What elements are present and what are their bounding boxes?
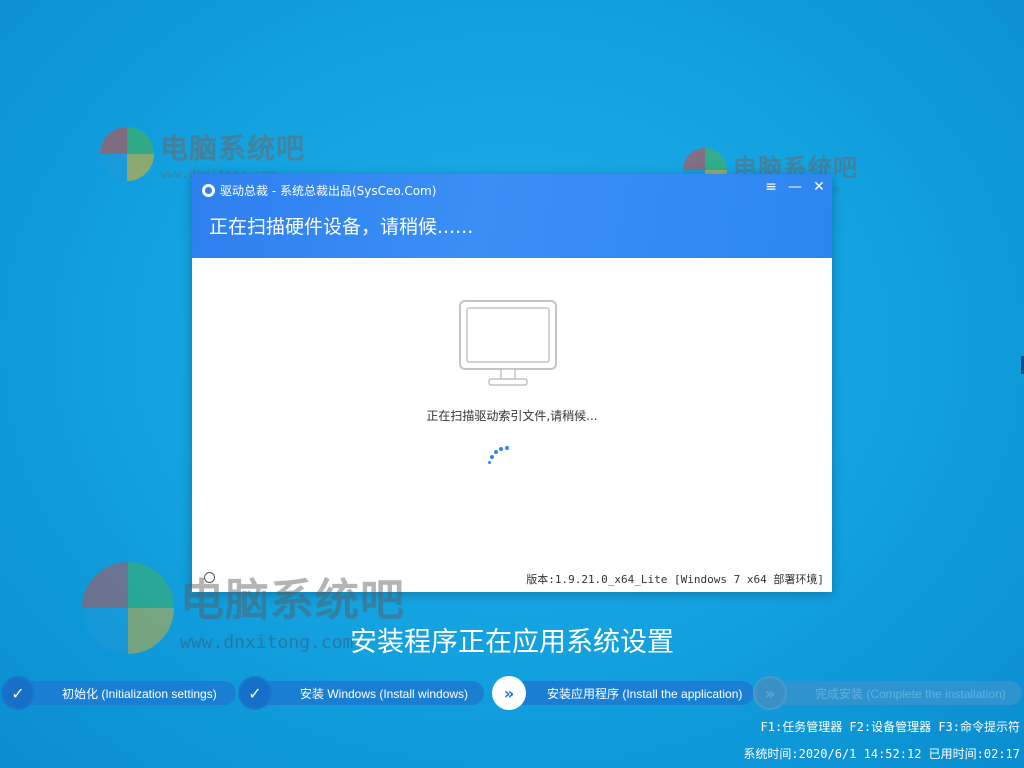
loading-spinner-icon	[488, 446, 518, 476]
spinner-dot	[494, 450, 498, 454]
header-message: 正在扫描硬件设备，请稍候......	[209, 216, 474, 238]
check-icon: ✓	[1, 676, 35, 710]
watermark-title: 电脑系统吧	[180, 575, 405, 626]
minimize-button[interactable]: —	[788, 179, 802, 195]
double-chevron-icon: »	[753, 676, 787, 710]
step-label: 完成安装 (Complete the installation)	[815, 687, 1006, 701]
double-chevron-icon: »	[492, 676, 526, 710]
spinner-dot	[488, 461, 491, 464]
monitor-icon	[459, 300, 557, 386]
spinner-dot	[505, 446, 509, 450]
hotkey-hints: F1:任务管理器 F2:设备管理器 F3:命令提示符	[760, 720, 1020, 734]
install-steps: ✓ 初始化 (Initialization settings) ✓ 安装 Win…	[0, 676, 1024, 710]
spinner-dot	[490, 455, 494, 459]
window-header: 驱动总裁 - 系统总裁出品(SysCeo.Com) ≡ — ✕ 正在扫描硬件设备…	[192, 174, 832, 258]
version-text: 版本:1.9.21.0_x64_Lite [Windows 7 x64 部署环境…	[526, 573, 824, 586]
close-button[interactable]: ✕	[812, 179, 826, 195]
install-status-message: 安装程序正在应用系统设置	[350, 627, 674, 658]
window-title: 驱动总裁 - 系统总裁出品(SysCeo.Com)	[220, 183, 437, 198]
watermark-logo-icon	[100, 127, 154, 181]
driver-window: 驱动总裁 - 系统总裁出品(SysCeo.Com) ≡ — ✕ 正在扫描硬件设备…	[192, 174, 832, 592]
watermark-title: 电脑系统吧	[160, 132, 306, 165]
step-label: 安装应用程序 (Install the application)	[547, 687, 743, 701]
window-titlebar: 驱动总裁 - 系统总裁出品(SysCeo.Com)	[202, 180, 436, 200]
check-icon: ✓	[238, 676, 272, 710]
spinner-dot	[499, 447, 503, 451]
system-clock: 系统时间:2020/6/1 14:52:12 已用时间:02:17	[743, 747, 1020, 761]
scan-status-text: 正在扫描驱动索引文件,请稍候...	[426, 409, 598, 423]
app-logo-icon	[202, 183, 215, 197]
watermark-top-left: 电脑系统吧 www.dnxitong.com	[100, 127, 305, 181]
menu-button[interactable]: ≡	[764, 179, 778, 195]
window-controls: ≡ — ✕	[764, 179, 826, 195]
step-label: 初始化 (Initialization settings)	[62, 687, 217, 701]
step-label: 安装 Windows (Install windows)	[300, 687, 469, 701]
